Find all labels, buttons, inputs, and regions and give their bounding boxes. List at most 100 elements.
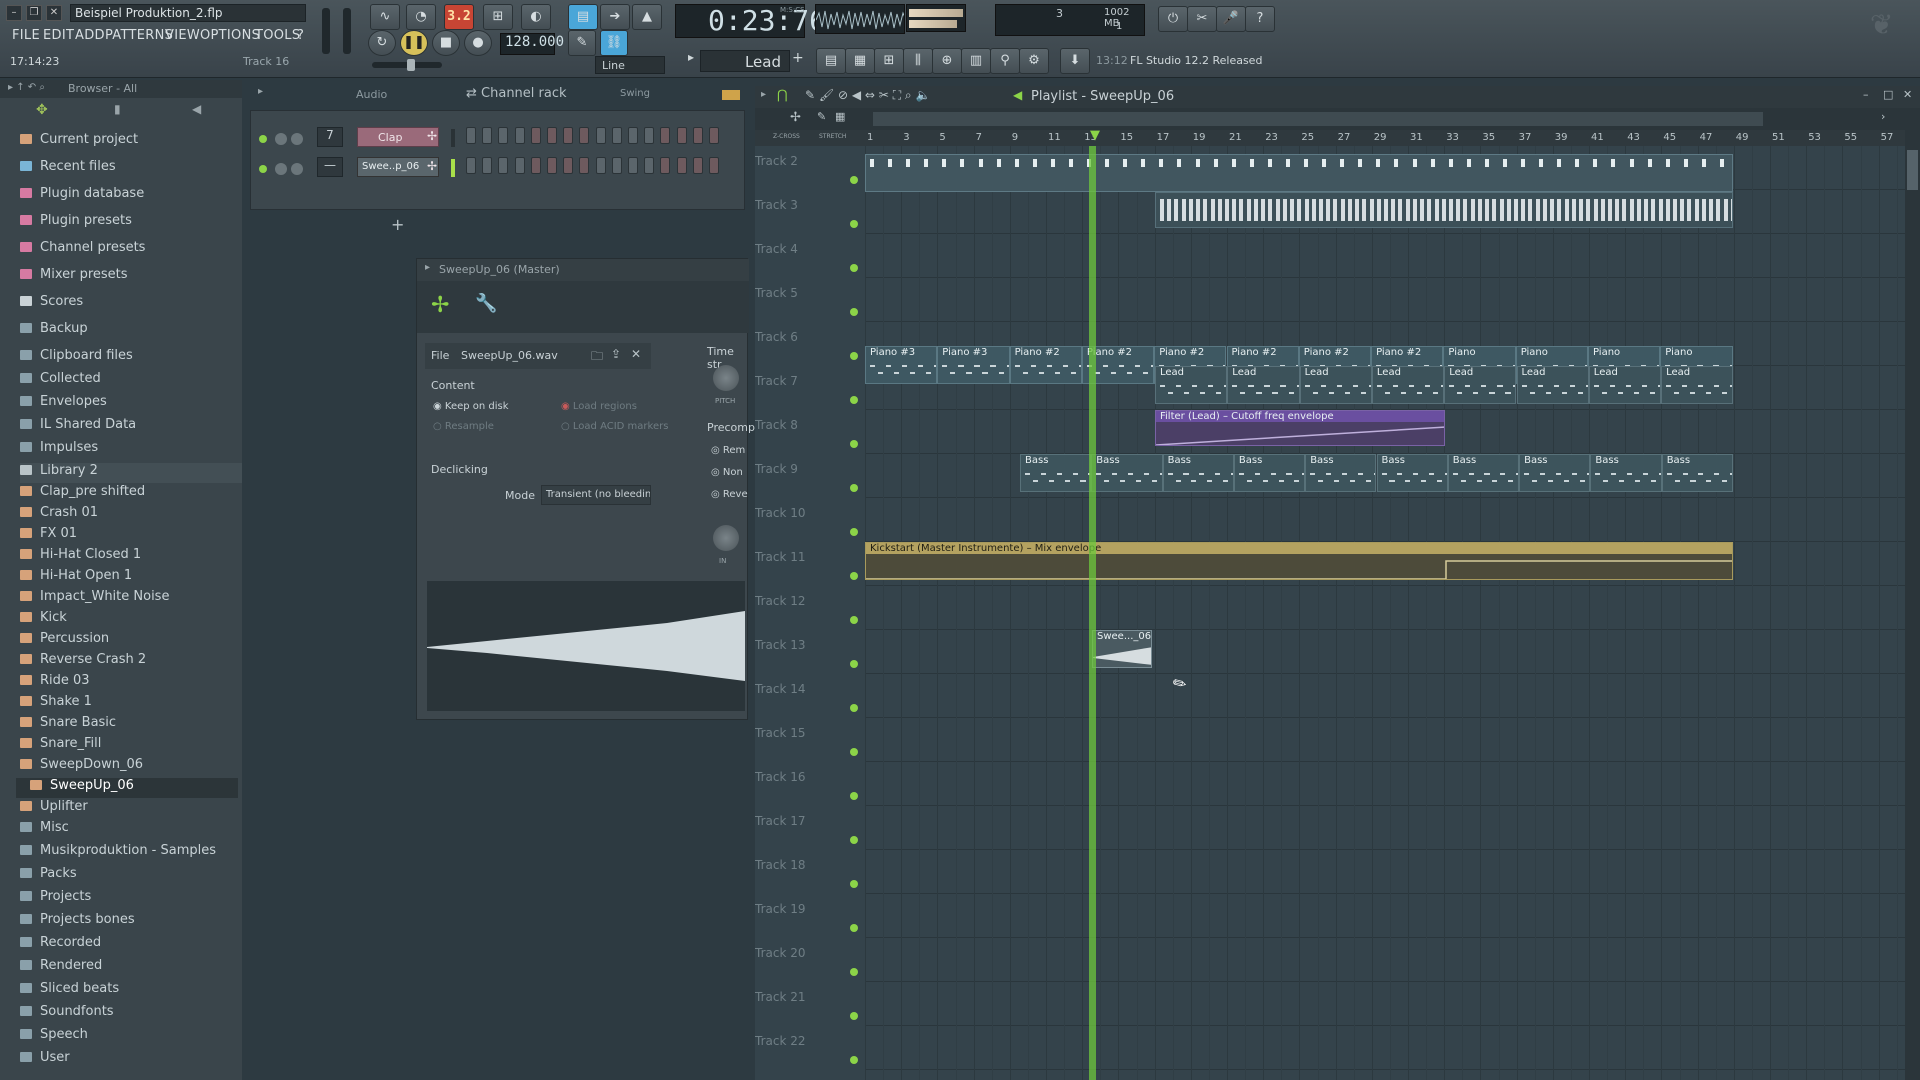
browser-item-snare-fill[interactable]: Snare_Fill xyxy=(20,736,242,756)
track-enable-led[interactable] xyxy=(850,352,858,360)
bass-pattern-clip[interactable]: Bass xyxy=(1376,454,1448,492)
browser-item-hi-hat-closed-1[interactable]: Hi-Hat Closed 1 xyxy=(20,547,242,567)
channel-mixer-track[interactable]: 7 xyxy=(317,127,343,147)
browser-item-recent-files[interactable]: Recent files xyxy=(20,159,242,179)
bass-pattern-clip[interactable]: Bass xyxy=(1162,454,1234,492)
lead-pattern-clip[interactable]: Lead xyxy=(1227,366,1300,404)
lead-pattern-clip[interactable]: Lead xyxy=(1299,366,1372,404)
link-icon[interactable]: ⛓ xyxy=(600,30,628,56)
track-enable-led[interactable] xyxy=(850,1056,858,1064)
track-enable-led[interactable] xyxy=(850,704,858,712)
track-header[interactable]: Track 18 xyxy=(755,850,865,894)
playlist-grid[interactable]: Track 2 Track 3 Track 4 Track 5 Track 6 Track… xyxy=(755,146,1905,1080)
step-button[interactable] xyxy=(660,157,671,174)
playlist-close-icon[interactable]: ✕ xyxy=(1903,88,1912,101)
bass-pattern-clip[interactable]: Bass xyxy=(1519,454,1591,492)
browser-item-uplifter[interactable]: Uplifter xyxy=(20,799,242,819)
menu-tools[interactable]: TOOLS xyxy=(255,28,300,44)
browser-item-crash-01[interactable]: Crash 01 xyxy=(20,505,242,525)
step-button[interactable] xyxy=(676,127,687,144)
piano-pattern-clip[interactable]: Piano #3 xyxy=(937,346,1010,384)
playhead[interactable] xyxy=(1089,146,1096,1080)
channel-select-bar[interactable] xyxy=(451,159,455,177)
help-icon[interactable]: ? xyxy=(1245,6,1275,32)
track-header[interactable]: Track 2 xyxy=(755,146,865,190)
arrow-icon[interactable]: ➔ xyxy=(600,4,630,30)
graph-editor-icon[interactable] xyxy=(722,90,740,100)
news-ticker[interactable]: FL Studio 12.2 Released xyxy=(1130,54,1262,67)
step-button[interactable] xyxy=(482,157,493,174)
piano-pattern-clip[interactable]: Piano #2 xyxy=(1009,346,1082,384)
step-button[interactable] xyxy=(660,127,671,144)
horizontal-scrollbar[interactable] xyxy=(873,112,1763,126)
track-header[interactable]: Track 20 xyxy=(755,938,865,982)
step-button[interactable] xyxy=(530,157,541,174)
load-regions-radio[interactable]: ◉ Load regions xyxy=(561,401,637,412)
browser-item-speech[interactable]: Speech xyxy=(20,1027,242,1047)
pitch-knob[interactable] xyxy=(713,365,739,391)
song-mode-icon[interactable]: ◔ xyxy=(406,4,436,30)
step-button[interactable] xyxy=(644,157,655,174)
browser-item-channel-presets[interactable]: Channel presets xyxy=(20,240,242,260)
record-button[interactable]: ● xyxy=(464,30,492,56)
track-enable-led[interactable] xyxy=(850,440,858,448)
step-button[interactable] xyxy=(644,127,655,144)
track-header[interactable]: Track 9 xyxy=(755,454,865,498)
menu-view[interactable]: VIEW xyxy=(165,28,200,44)
step-button[interactable] xyxy=(628,127,638,144)
channel-mute-led[interactable] xyxy=(259,135,267,143)
delete-tool-icon[interactable]: ⊘ xyxy=(838,88,848,102)
browser-item-percussion[interactable]: Percussion xyxy=(20,631,242,651)
step-button[interactable] xyxy=(611,127,622,144)
slice-tool-icon[interactable]: ✂ xyxy=(879,88,889,102)
step-button[interactable] xyxy=(466,157,476,174)
wrench-tab-icon[interactable]: 🔧 xyxy=(475,293,497,314)
paint-tool-icon[interactable]: 🖌 xyxy=(819,88,834,102)
step-button[interactable] xyxy=(692,127,703,144)
bass-pattern-clip[interactable]: Bass xyxy=(1091,454,1163,492)
pattern-number-button[interactable]: 3.2 xyxy=(444,4,474,30)
track-enable-led[interactable] xyxy=(850,836,858,844)
keep-on-disk-radio[interactable]: ◉ Keep on disk xyxy=(433,401,509,412)
browser-item-soundfonts[interactable]: Soundfonts xyxy=(20,1004,242,1024)
browser-item-library-2[interactable]: Library 2 xyxy=(20,463,242,483)
track-enable-led[interactable] xyxy=(850,396,858,404)
track-enable-led[interactable] xyxy=(850,880,858,888)
browser-scrollbar[interactable] xyxy=(234,460,240,468)
bass-pattern-clip[interactable]: Bass xyxy=(1590,454,1662,492)
load-acid-radio[interactable]: ○ Load ACID markers xyxy=(561,421,668,432)
plugin-icon[interactable]: ⚲ xyxy=(990,48,1020,74)
restore-icon[interactable]: ❐ xyxy=(26,5,42,21)
track-header[interactable]: Track 16 xyxy=(755,762,865,806)
track-enable-led[interactable] xyxy=(850,792,858,800)
menu-patterns[interactable]: PATTERNS xyxy=(105,28,173,44)
draw-tool-icon[interactable]: ✎ xyxy=(805,88,815,102)
step-button[interactable] xyxy=(563,157,574,174)
browser-speaker-icon[interactable]: ◀ xyxy=(192,102,201,116)
open-folder-icon[interactable]: 🗀 xyxy=(591,347,603,368)
tempo-display[interactable]: 128.000 xyxy=(500,33,564,55)
normalize-option[interactable]: ◎ Non xyxy=(711,467,743,478)
reverse-option[interactable]: ◎ Reve xyxy=(711,489,748,500)
track-enable-led[interactable] xyxy=(850,308,858,316)
channel-filter[interactable]: Audio xyxy=(356,88,426,104)
bass-pattern-clip[interactable]: Bass xyxy=(1661,454,1733,492)
track-header[interactable]: Track 3 xyxy=(755,190,865,234)
browser-item-projects[interactable]: Projects xyxy=(20,889,242,909)
master-pitch-slider[interactable] xyxy=(343,8,351,54)
record-metronome-icon[interactable]: ∿ xyxy=(370,4,400,30)
channel-pan-knob[interactable] xyxy=(275,133,287,145)
track-enable-led[interactable] xyxy=(850,748,858,756)
vertical-scrollbar-thumb[interactable] xyxy=(1907,150,1918,190)
playlist-view-icon[interactable]: ▤ xyxy=(816,48,846,74)
track-header[interactable]: Track 4 xyxy=(755,234,865,278)
collapse-icon[interactable]: ▸ xyxy=(425,262,430,273)
bass-pattern-clip[interactable]: Bass xyxy=(1233,454,1306,492)
browser-item-recorded[interactable]: Recorded xyxy=(20,935,242,955)
mixer-view-icon[interactable]: ⫼ xyxy=(903,48,933,74)
remove-file-icon[interactable]: ✕ xyxy=(631,347,641,361)
step-button[interactable] xyxy=(547,127,557,144)
browser-item-snare-basic[interactable]: Snare Basic xyxy=(20,715,242,735)
wave-tab-icon[interactable]: ✢ xyxy=(431,293,449,318)
plugin-picker-icon[interactable]: ⊕ xyxy=(932,48,962,74)
